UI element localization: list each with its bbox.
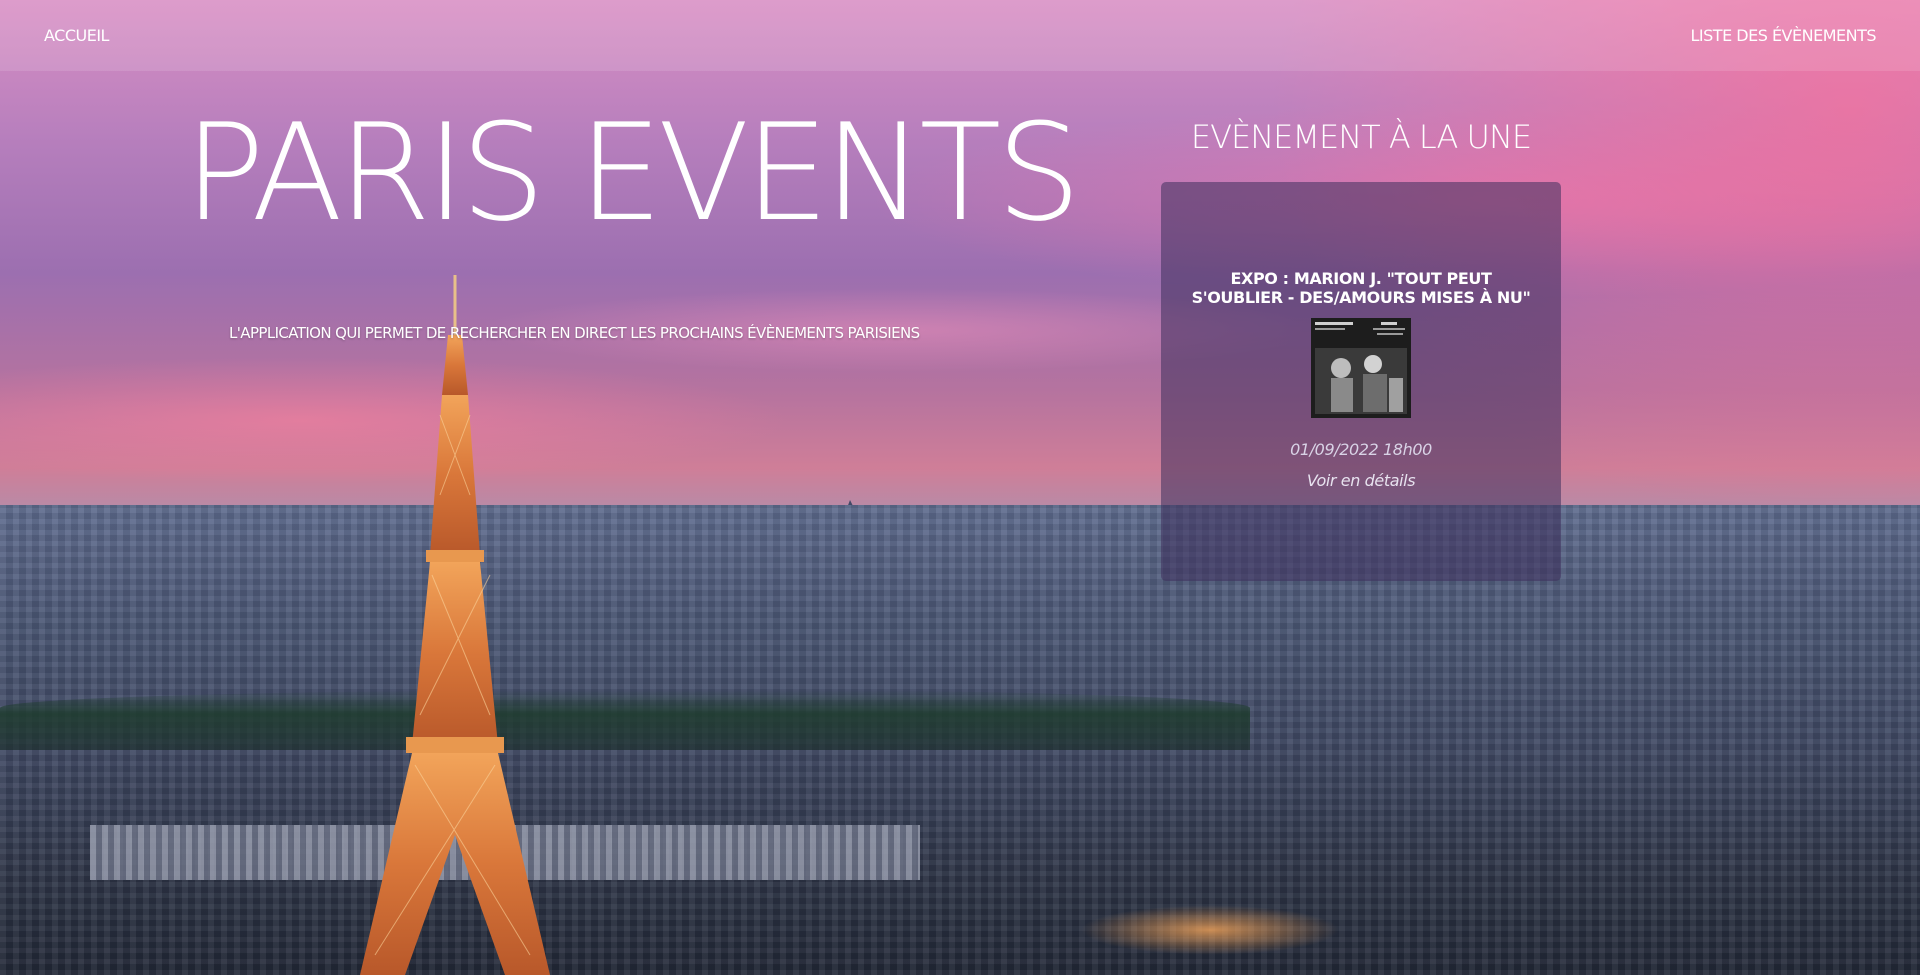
featured-event-card: EXPO : MARION J. "TOUT PEUT S'OUBLIER - …: [1161, 182, 1561, 581]
event-date: 01/09/2022 18h00: [1290, 440, 1432, 459]
eiffel-tower-icon: [360, 275, 550, 975]
top-navbar: ACCUEIL LISTE DES ÉVÈNEMENTS: [0, 0, 1920, 71]
nav-home-link[interactable]: ACCUEIL: [44, 26, 109, 45]
featured-heading: EVÈNEMENT À LA UNE: [1190, 118, 1532, 156]
event-title: EXPO : MARION J. "TOUT PEUT S'OUBLIER - …: [1191, 269, 1531, 307]
event-poster-image: [1311, 318, 1411, 418]
page-title: PARIS EVENTS: [184, 95, 1081, 251]
city-lights-glow: [1080, 905, 1340, 955]
page-subtitle: L'APPLICATION QUI PERMET DE RECHERCHER E…: [229, 324, 920, 342]
event-details-link[interactable]: Voir en détails: [1307, 471, 1416, 490]
tree-line: [0, 690, 1250, 750]
nav-events-list-link[interactable]: LISTE DES ÉVÈNEMENTS: [1691, 26, 1877, 45]
event-thumbnail: [1311, 318, 1411, 418]
